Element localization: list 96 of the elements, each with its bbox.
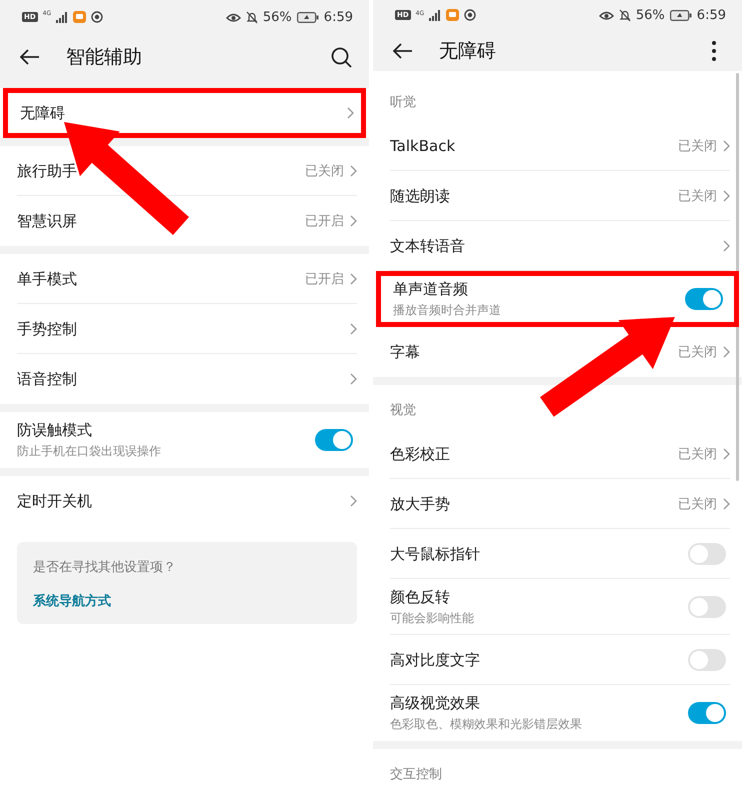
page-title: 无障碍 [439,38,497,64]
setting-value: 已关闭 [678,446,717,463]
toggle-switch[interactable] [315,429,353,451]
clock-time: 6:59 [324,10,353,24]
setting-label: 旅行助手 [17,162,78,180]
toggle-switch[interactable] [688,543,726,565]
setting-description: 防止手机在口袋出现误操作 [17,442,162,460]
chevron-icon [350,273,357,285]
setting-label: 字幕 [390,342,421,362]
settings-row[interactable]: 防误触模式 防止手机在口袋出现误操作 [0,412,369,468]
chevron-icon [723,448,730,460]
setting-description: 播放音频时合并声道 [393,302,502,318]
settings-row[interactable]: 字幕 已关闭 [373,327,742,377]
bell-off-icon [618,8,631,22]
settings-row[interactable]: 旅行助手 已关闭 [0,146,369,196]
app-icon [446,8,460,22]
settings-row[interactable]: 智慧识屏 已开启 [0,196,369,246]
battery-icon [670,10,692,21]
setting-description: 可能会影响性能 [390,610,475,626]
setting-label: 单声道音频 [393,280,469,298]
toggle-switch[interactable] [688,702,726,724]
section-header: 交互控制 [390,766,442,783]
settings-row[interactable]: 高对比度文字 [373,635,742,685]
chevron-icon [350,373,357,385]
signal-icon [429,10,442,21]
setting-value: 已关闭 [305,163,344,180]
eye-icon [598,10,614,21]
setting-label: 手势控制 [17,320,78,338]
section-header: 听觉 [390,94,416,111]
setting-label: 随选朗读 [390,186,451,206]
setting-label: 色彩校正 [390,444,451,464]
setting-label: 无障碍 [20,104,66,122]
battery-icon [296,12,319,22]
chevron-icon [347,107,354,119]
suggestion-link[interactable]: 系统导航方式 [33,592,341,610]
bell-off-icon [246,10,258,24]
record-icon [464,9,476,22]
setting-description: 色彩取色、模糊效果和光影错层效果 [390,716,583,732]
back-arrow-icon [20,49,40,65]
section-header: 视觉 [390,402,416,419]
clock-time: 6:59 [696,8,726,23]
toggle-switch[interactable] [685,288,723,310]
eye-icon [226,12,241,22]
page-title: 智能辅助 [66,45,143,70]
battery-percent: 56% [636,8,665,23]
settings-row[interactable]: 语音控制 [0,354,369,404]
setting-label: 放大手势 [390,494,451,514]
back-arrow-icon [393,42,413,59]
settings-row[interactable]: 单手模式 已开启 [0,254,369,304]
setting-value: 已开启 [305,213,344,230]
settings-row[interactable]: 色彩校正 已关闭 [373,429,742,479]
setting-value: 已开启 [305,271,344,288]
setting-label: 高级视觉效果 [390,694,481,712]
chevron-icon [350,495,357,507]
settings-row[interactable]: TalkBack 已关闭 [373,121,742,171]
app-icon [73,10,86,24]
setting-value: 已关闭 [678,344,717,361]
chevron-icon [723,240,730,252]
setting-value: 已关闭 [678,496,717,513]
settings-row[interactable]: 手势控制 [0,304,369,354]
chevron-icon [350,323,357,335]
search-icon [330,46,352,68]
setting-label: 大号鼠标指针 [390,544,481,564]
settings-row[interactable]: 无障碍 [3,88,366,138]
setting-label: TalkBack [390,137,456,155]
settings-row[interactable]: 文本转语音 [373,221,742,271]
settings-row[interactable]: 定时开关机 [0,476,369,526]
setting-label: 高对比度文字 [390,650,481,670]
setting-value: 已关闭 [678,188,717,205]
suggestion-question: 是否在寻找其他设置项？ [33,559,177,576]
setting-label: 单手模式 [17,270,78,288]
settings-row[interactable]: 大号鼠标指针 [373,529,742,579]
setting-label: 定时开关机 [17,492,93,510]
settings-row[interactable]: 颜色反转 可能会影响性能 [373,579,742,635]
settings-row[interactable]: 随选朗读 已关闭 [373,171,742,221]
setting-label: 防误触模式 [17,420,93,440]
settings-row[interactable]: 放大手势 已关闭 [373,479,742,529]
search-button[interactable] [329,45,353,69]
chevron-icon [723,140,730,152]
setting-label: 颜色反转 [390,588,451,606]
settings-row[interactable]: 高级视觉效果 色彩取色、模糊效果和光影错层效果 [373,685,742,741]
toggle-switch[interactable] [688,596,726,618]
chevron-icon [350,215,357,227]
more-icon [712,40,716,61]
setting-label: 语音控制 [17,370,78,388]
chevron-icon [723,346,730,358]
toggle-switch[interactable] [688,649,726,671]
chevron-icon [723,498,730,510]
record-icon [91,11,104,23]
chevron-icon [723,190,730,202]
setting-value: 已关闭 [678,138,717,155]
battery-percent: 56% [262,10,292,24]
setting-label: 文本转语音 [390,236,466,256]
signal-icon [56,12,68,22]
chevron-icon [350,165,357,177]
setting-label: 智慧识屏 [17,212,78,230]
